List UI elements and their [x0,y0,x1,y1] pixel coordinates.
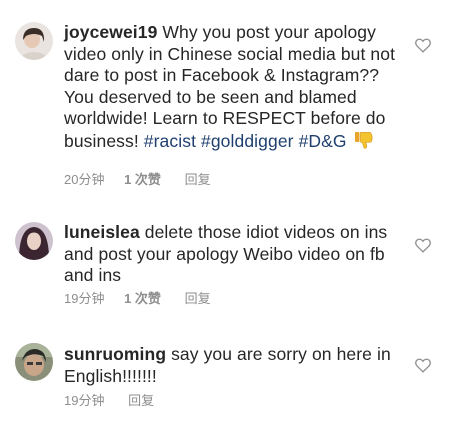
avatar[interactable] [15,343,53,381]
comment-meta: 19分钟 回复 [64,393,154,409]
comment-time: 20分钟 [64,172,105,187]
heart-icon[interactable] [415,38,431,53]
comment-meta: 20分钟 1 次赞 回复 [64,172,211,188]
reply-button[interactable]: 回复 [185,172,211,188]
reply-button[interactable]: 回复 [185,291,211,307]
hashtag-link[interactable]: #racist [144,131,196,151]
hashtag-link[interactable]: #D&G [299,131,347,151]
comment-text: sunruoming say you are sorry on here in … [64,344,410,387]
comment-text: joycewei19 Why you post your apology vid… [64,22,410,155]
heart-icon[interactable] [415,358,431,373]
comment-username[interactable]: sunruoming [64,344,166,364]
reply-button[interactable]: 回复 [128,393,154,409]
comment-time: 19分钟 [64,291,105,306]
like-count[interactable]: 1 次赞 [124,172,161,188]
like-count[interactable]: 1 次赞 [124,291,161,307]
comment-time: 19分钟 [64,393,105,408]
comment-text: luneislea delete those idiot videos on i… [64,222,410,287]
thumbs-down-icon [354,130,374,156]
avatar[interactable] [15,222,53,260]
hashtag-link[interactable]: #golddigger [201,131,294,151]
comment-meta: 19分钟 1 次赞 回复 [64,291,211,307]
comment-username[interactable]: joycewei19 [64,22,157,42]
avatar[interactable] [15,22,53,60]
comment-username[interactable]: luneislea [64,222,140,242]
heart-icon[interactable] [415,238,431,253]
